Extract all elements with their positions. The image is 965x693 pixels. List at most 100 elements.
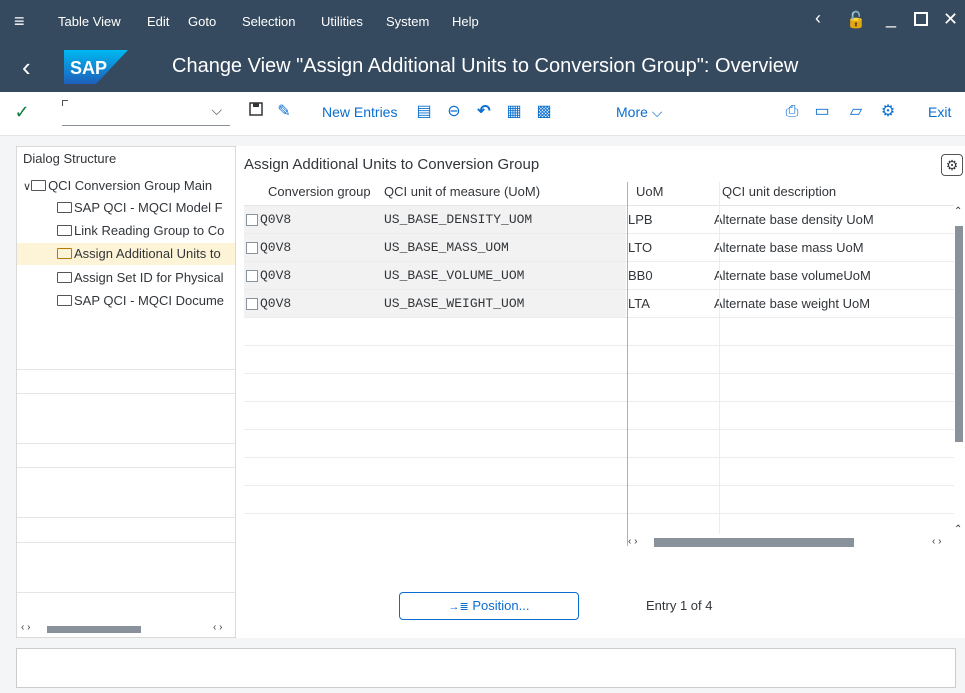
cell-uom[interactable]: LPB — [628, 212, 653, 227]
more-button[interactable]: More ⌵ — [616, 104, 662, 121]
row-divider — [244, 513, 954, 514]
row-divider — [244, 261, 954, 262]
chevron-down-icon[interactable]: ⌵ — [211, 102, 222, 119]
vertical-scrollbar-thumb[interactable] — [955, 226, 963, 442]
unlock-icon[interactable]: 🔓 — [846, 10, 866, 30]
tree-item-label: Assign Set ID for Physical — [74, 270, 224, 285]
row-divider — [244, 289, 954, 290]
tree-item-sap-qci-document[interactable]: SAP QCI - MQCI Docume — [17, 290, 235, 312]
row-divider — [244, 401, 954, 402]
scroll-up-down-icon[interactable]: ⌃ — [954, 206, 962, 217]
scroll-arrows-icon[interactable]: ‹ › — [21, 622, 30, 633]
table-row[interactable]: Q0V8 US_BASE_DENSITY_UOM LPB Alternate b… — [244, 206, 954, 233]
horizontal-scrollbar[interactable]: ‹ › ‹ › — [17, 621, 235, 637]
position-button[interactable]: →≣ Position... — [399, 592, 579, 620]
row-divider — [244, 429, 954, 430]
save-icon[interactable] — [246, 102, 266, 122]
scrollbar-thumb[interactable] — [47, 626, 141, 633]
table-row[interactable]: Q0V8 US_BASE_MASS_UOM LTO Alternate base… — [244, 234, 954, 261]
cell-description: Alternate base density UoM — [714, 212, 874, 227]
scroll-arrows-icon[interactable]: ‹ › — [213, 622, 222, 633]
cell-description: Alternate base mass UoM — [714, 240, 864, 255]
column-splitter[interactable] — [627, 182, 628, 546]
menu-utilities[interactable]: Utilities — [321, 14, 363, 29]
minimize-icon[interactable]: _ — [886, 8, 896, 29]
cell-group: Q0V8 — [260, 240, 292, 255]
row-checkbox[interactable] — [246, 242, 258, 254]
chevron-left-icon[interactable]: ‹ — [815, 8, 821, 29]
column-header-conversion-group[interactable]: Conversion group — [268, 184, 371, 206]
cell-group: Q0V8 — [260, 268, 292, 283]
divider — [17, 542, 235, 543]
new-session-icon[interactable]: ▭ — [812, 102, 832, 122]
menu-selection[interactable]: Selection — [242, 14, 295, 29]
display-change-icon[interactable]: ✎ — [274, 102, 294, 122]
deselect-all-icon[interactable]: ▩ — [534, 102, 554, 122]
cell-qci-uom: US_BASE_VOLUME_UOM — [384, 268, 525, 283]
tree-item-assign-set-id[interactable]: Assign Set ID for Physical — [17, 267, 235, 289]
table-settings-icon[interactable]: ⚙ — [941, 154, 963, 176]
tree-item-label: Assign Additional Units to — [74, 246, 221, 261]
command-field-corner — [62, 100, 68, 106]
menu-edit[interactable]: Edit — [147, 14, 169, 29]
table-row[interactable]: Q0V8 US_BASE_WEIGHT_UOM LTA Alternate ba… — [244, 290, 954, 317]
tree-item-assign-additional-units[interactable]: Assign Additional Units to — [17, 243, 235, 265]
new-entries-button[interactable]: New Entries — [322, 104, 397, 120]
column-header-qci-uom[interactable]: QCI unit of measure (UoM) — [384, 184, 540, 206]
menu-table-view[interactable]: Table View — [58, 14, 121, 29]
toolbar: ✓ ⌵ ✎ New Entries ▤ ⊖ ↶ ▦ ▩ More ⌵ ⎙ ▭ ▱… — [0, 92, 965, 136]
row-divider — [244, 345, 954, 346]
chevron-down-icon[interactable]: ∨ — [23, 181, 31, 193]
menu-goto[interactable]: Goto — [188, 14, 216, 29]
horizontal-scrollbar-thumb[interactable] — [654, 538, 854, 547]
print-icon[interactable]: ⎙ — [782, 102, 802, 122]
shortcut-icon[interactable]: ▱ — [846, 102, 866, 122]
row-checkbox[interactable] — [246, 214, 258, 226]
folder-icon — [57, 272, 72, 283]
tree-item-label: SAP QCI - MQCI Docume — [74, 293, 225, 308]
column-header-description[interactable]: QCI unit description — [722, 184, 836, 206]
cell-qci-uom: US_BASE_DENSITY_UOM — [384, 212, 533, 227]
cell-uom[interactable]: BB0 — [628, 268, 653, 283]
tree-item-qci-conversion-group[interactable]: ∨ QCI Conversion Group Main — [17, 175, 235, 197]
cell-uom[interactable]: LTO — [628, 240, 652, 255]
copy-as-icon[interactable]: ▤ — [414, 102, 434, 122]
select-all-icon[interactable]: ▦ — [504, 102, 524, 122]
scroll-up-down-icon[interactable]: ⌃ — [954, 524, 962, 535]
row-checkbox[interactable] — [246, 298, 258, 310]
main-panel: Assign Additional Units to Conversion Gr… — [236, 146, 965, 638]
back-icon[interactable]: ‹ — [22, 52, 31, 83]
row-divider — [244, 317, 954, 318]
cell-description: Alternate base volumeUoM — [714, 268, 871, 283]
scroll-arrows-icon[interactable]: ‹ › — [932, 536, 941, 547]
hamburger-menu-icon[interactable]: ≡ — [14, 11, 25, 32]
command-field[interactable]: ⌵ — [62, 100, 230, 126]
row-divider — [244, 373, 954, 374]
divider — [17, 592, 235, 593]
exit-button[interactable]: Exit — [928, 104, 951, 120]
svg-text:SAP: SAP — [70, 58, 107, 78]
folder-icon — [57, 202, 72, 213]
cell-group: Q0V8 — [260, 296, 292, 311]
cell-description: Alternate base weight UoM — [714, 296, 871, 311]
help-settings-icon[interactable]: ⚙ — [878, 102, 898, 122]
cell-uom[interactable]: LTA — [628, 296, 650, 311]
menu-help[interactable]: Help — [452, 14, 479, 29]
column-divider — [719, 182, 720, 534]
dialog-structure-panel: Dialog Structure ∨ QCI Conversion Group M… — [16, 146, 236, 638]
delete-icon[interactable]: ⊖ — [444, 102, 464, 122]
scroll-arrows-icon[interactable]: ‹ › — [628, 536, 637, 547]
tree-item-link-reading-group[interactable]: Link Reading Group to Co — [17, 220, 235, 242]
row-checkbox[interactable] — [246, 270, 258, 282]
row-divider — [244, 233, 954, 234]
enter-check-icon[interactable]: ✓ — [12, 102, 32, 122]
menu-system[interactable]: System — [386, 14, 429, 29]
column-header-uom[interactable]: UoM — [636, 184, 663, 206]
title-bar: ‹ SAP Change View "Assign Additional Uni… — [0, 44, 965, 92]
maximize-icon[interactable] — [914, 10, 928, 31]
tree-item-sap-qci-model[interactable]: SAP QCI - MQCI Model F — [17, 197, 235, 219]
undo-icon[interactable]: ↶ — [474, 102, 494, 122]
menu-bar: ≡ Table View Edit Goto Selection Utiliti… — [0, 0, 965, 44]
close-icon[interactable]: ✕ — [943, 9, 958, 30]
table-row[interactable]: Q0V8 US_BASE_VOLUME_UOM BB0 Alternate ba… — [244, 262, 954, 289]
